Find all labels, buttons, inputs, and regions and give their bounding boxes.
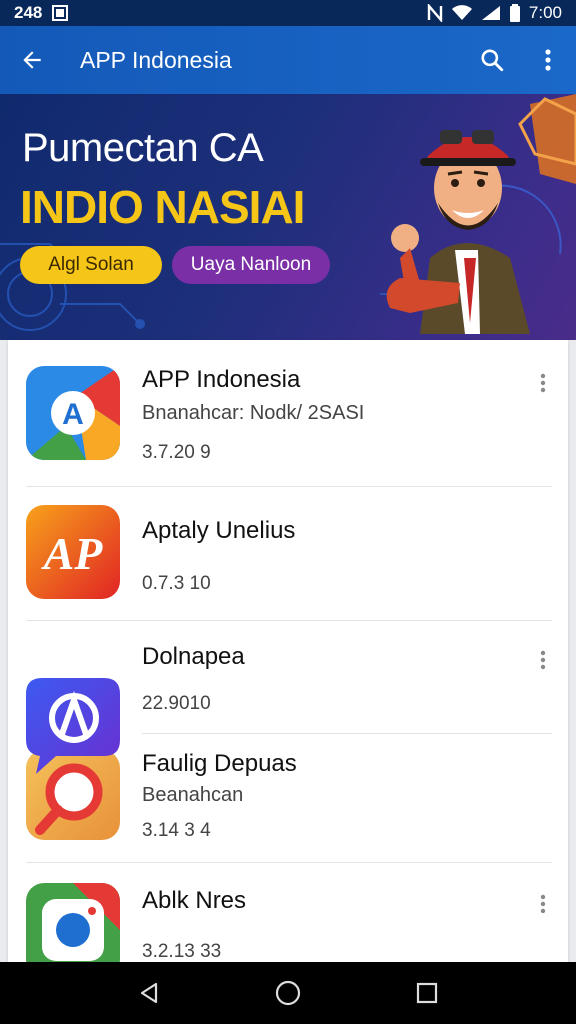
more-vert-icon [540, 373, 546, 393]
gallery-icon [52, 5, 69, 21]
recents-square-icon [416, 982, 437, 1004]
app-meta: 3.2.13 33 [142, 941, 222, 962]
app-name: Ablk Nres [142, 887, 247, 914]
status-bar: 248 7:00 [0, 0, 576, 26]
app-list: A APP Indonesia Bnanahcar: Nodk/ 2SASI 3… [8, 340, 568, 962]
more-vert-icon [540, 894, 546, 914]
banner-chip-secondary[interactable]: Uaya Nanloon [172, 246, 330, 284]
overflow-menu-button[interactable] [520, 26, 576, 94]
app-name: Dolnapea [142, 643, 245, 670]
app-ap-icon: AP [26, 505, 120, 599]
list-item[interactable]: Ablk Nres 3.2.13 33 [8, 863, 568, 962]
item-menu-button[interactable] [528, 645, 558, 675]
notification-indicator: 248 [14, 3, 43, 22]
system-nav-bar [0, 962, 576, 1024]
nav-recents-button[interactable] [397, 963, 457, 1023]
search-button[interactable] [464, 26, 520, 94]
app-bar-title: APP Indonesia [80, 46, 232, 73]
nfc-icon [427, 4, 443, 22]
more-vert-icon [545, 49, 551, 71]
item-menu-button[interactable] [528, 889, 558, 919]
more-vert-icon [540, 650, 546, 670]
status-left: 248 [14, 3, 69, 23]
app-meta: 3.7.20 9 [142, 442, 211, 463]
app-meta: 22.9010 [142, 693, 211, 714]
svg-text:AP: AP [41, 528, 104, 579]
promo-banner[interactable]: Pumectan CA INDIO NASIAI Algl Solan Uaya… [0, 94, 576, 340]
app-meta: 0.7.3 10 [142, 573, 211, 594]
app-meta: 3.14 3 4 [142, 820, 211, 841]
app-camera-icon [26, 883, 120, 962]
battery-icon [509, 4, 520, 22]
svg-text:A: A [62, 398, 84, 431]
app-chat-icon [26, 678, 120, 776]
home-circle-icon [275, 980, 301, 1006]
app-name: Aptaly Unelius [142, 517, 296, 544]
app-bar: APP Indonesia [0, 26, 576, 94]
mascot-illustration [386, 130, 530, 334]
nav-back-button[interactable] [119, 963, 179, 1023]
item-menu-button[interactable] [528, 368, 558, 398]
app-name: Faulig Depuas [142, 750, 297, 777]
list-item[interactable]: A APP Indonesia Bnanahcar: Nodk/ 2SASI 3… [8, 340, 568, 486]
status-time: 7:00 [528, 3, 562, 22]
back-arrow-icon [23, 51, 41, 69]
list-item[interactable]: AP Aptaly Unelius 0.7.3 10 [8, 487, 568, 621]
banner-headline: Pumectan CA [22, 126, 264, 170]
app-a-icon: A [26, 366, 120, 460]
back-triangle-icon [141, 982, 158, 1004]
nav-home-button[interactable] [258, 963, 318, 1023]
banner-chip-primary[interactable]: Algl Solan [20, 246, 162, 284]
search-icon [481, 49, 504, 72]
app-subtitle: Bnanahcar: Nodk/ 2SASI [142, 402, 365, 424]
app-subtitle: Beanahcan [142, 784, 244, 806]
wifi-icon [451, 5, 472, 20]
banner-subheadline: INDIO NASIAI [20, 181, 305, 233]
back-button[interactable] [0, 26, 64, 94]
signal-icon [481, 6, 500, 20]
app-name: APP Indonesia [142, 366, 301, 393]
